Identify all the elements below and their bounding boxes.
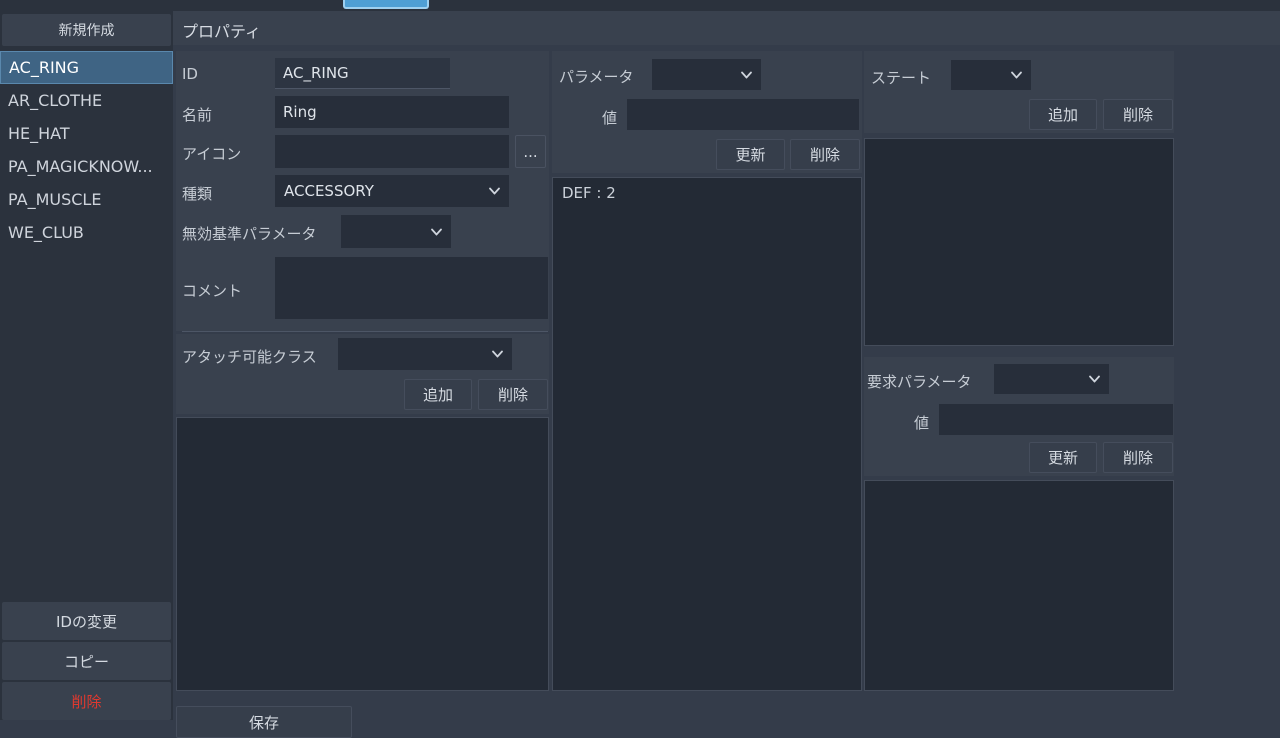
name-label: 名前 xyxy=(182,106,213,124)
chevron-down-icon xyxy=(492,350,503,358)
state-delete-button[interactable]: 削除 xyxy=(1103,99,1173,130)
sidebar-actions: IDの変更 コピー 削除 xyxy=(2,600,171,720)
parameter-value-field[interactable] xyxy=(627,99,859,130)
attach-class-label: アタッチ可能クラス xyxy=(182,348,317,366)
id-field[interactable] xyxy=(275,58,450,89)
kind-select-value: ACCESSORY xyxy=(284,182,374,200)
tab-strip xyxy=(0,0,1280,11)
copy-button[interactable]: コピー xyxy=(2,642,171,680)
panel-divider xyxy=(182,331,548,332)
attach-class-list[interactable] xyxy=(176,417,549,691)
sidebar-item-we-club[interactable]: WE_CLUB xyxy=(0,216,173,249)
state-select[interactable] xyxy=(951,60,1031,90)
kind-select[interactable]: ACCESSORY xyxy=(275,175,509,207)
name-field[interactable] xyxy=(275,96,509,128)
parameter-list[interactable]: DEF : 2 xyxy=(552,177,862,691)
parameter-select[interactable] xyxy=(652,59,761,90)
icon-browse-button[interactable]: ... xyxy=(515,135,546,168)
application-window: 新規作成 AC_RING AR_CLOTHE HE_HAT PA_MAGICKN… xyxy=(0,0,1280,738)
parameter-value-label: 値 xyxy=(602,109,618,127)
item-list[interactable]: AC_RING AR_CLOTHE HE_HAT PA_MAGICKNOW...… xyxy=(0,51,173,631)
required-parameter-list[interactable] xyxy=(864,480,1174,691)
save-button[interactable]: 保存 xyxy=(176,706,352,738)
new-item-button[interactable]: 新規作成 xyxy=(2,14,171,46)
required-parameter-label: 要求パラメータ xyxy=(867,373,972,391)
tab-active[interactable] xyxy=(343,0,429,9)
delete-button[interactable]: 削除 xyxy=(2,682,171,720)
comment-field[interactable] xyxy=(275,257,548,319)
sidebar-item-ac-ring[interactable]: AC_RING xyxy=(0,51,173,84)
comment-label: コメント xyxy=(182,282,243,300)
change-id-button[interactable]: IDの変更 xyxy=(2,602,171,640)
sidebar-item-pa-magicknow[interactable]: PA_MAGICKNOW... xyxy=(0,150,173,183)
page-title: プロパティ xyxy=(182,22,262,41)
property-header: プロパティ xyxy=(173,11,1280,45)
required-parameter-update-button[interactable]: 更新 xyxy=(1029,442,1097,473)
required-parameter-select[interactable] xyxy=(994,364,1109,394)
invalid-base-param-select[interactable] xyxy=(341,215,451,248)
state-label: ステート xyxy=(871,69,932,87)
attach-class-add-button[interactable]: 追加 xyxy=(404,379,472,410)
required-parameter-value-label: 値 xyxy=(914,414,930,432)
chevron-down-icon xyxy=(741,71,752,78)
required-parameter-delete-button[interactable]: 削除 xyxy=(1103,442,1173,473)
icon-label: アイコン xyxy=(182,145,242,163)
parameter-update-button[interactable]: 更新 xyxy=(716,139,785,170)
kind-label: 種類 xyxy=(182,185,213,203)
parameter-delete-button[interactable]: 削除 xyxy=(790,139,860,170)
chevron-down-icon xyxy=(1011,71,1022,79)
sidebar: 新規作成 AC_RING AR_CLOTHE HE_HAT PA_MAGICKN… xyxy=(0,11,173,720)
sidebar-item-he-hat[interactable]: HE_HAT xyxy=(0,117,173,150)
chevron-down-icon xyxy=(1089,375,1100,383)
chevron-down-icon xyxy=(489,187,500,195)
attach-class-delete-button[interactable]: 削除 xyxy=(478,379,548,410)
sidebar-item-pa-muscle[interactable]: PA_MUSCLE xyxy=(0,183,173,216)
icon-field[interactable] xyxy=(275,135,509,168)
attach-class-select[interactable] xyxy=(338,338,512,370)
chevron-down-icon xyxy=(431,228,442,235)
sidebar-item-ar-clothe[interactable]: AR_CLOTHE xyxy=(0,84,173,117)
required-parameter-value-field[interactable] xyxy=(939,404,1173,435)
invalid-base-param-label: 無効基準パラメータ xyxy=(182,225,317,243)
list-item[interactable]: DEF : 2 xyxy=(553,178,861,208)
state-add-button[interactable]: 追加 xyxy=(1029,99,1097,130)
state-list[interactable] xyxy=(864,138,1174,346)
id-label: ID xyxy=(182,65,198,83)
parameter-label: パラメータ xyxy=(559,68,634,86)
